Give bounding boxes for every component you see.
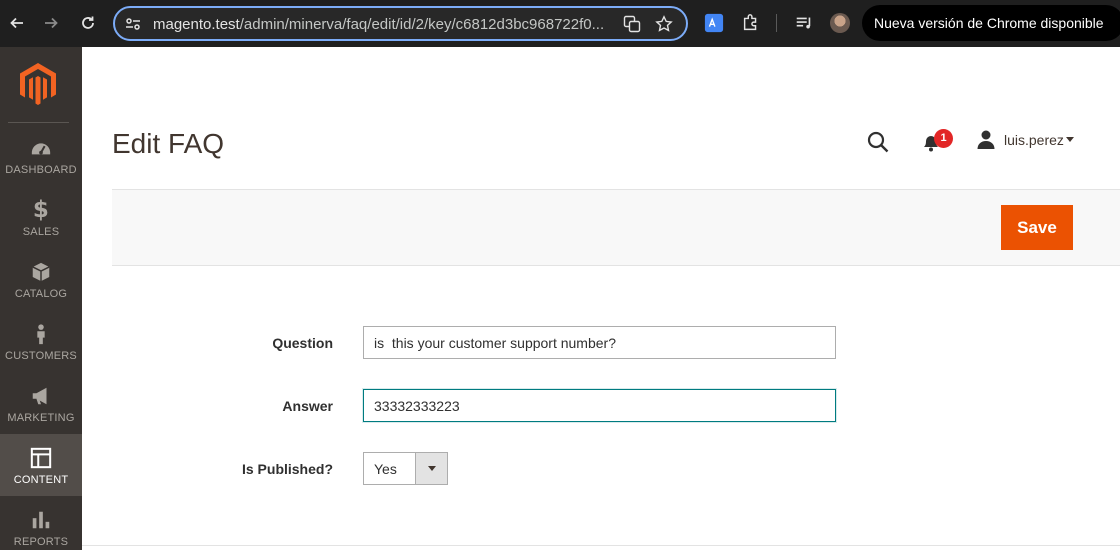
- layout-icon: [29, 446, 53, 470]
- is-published-select[interactable]: Yes: [363, 452, 448, 485]
- dashboard-icon: [29, 136, 53, 160]
- notification-badge[interactable]: 1: [934, 129, 953, 148]
- toolbar-divider: [776, 14, 777, 32]
- playlist-icon: [796, 17, 811, 29]
- bar-chart-icon: [29, 508, 53, 532]
- sidebar-item-label: Dashboard: [5, 164, 77, 176]
- browser-toolbar: magento.test/admin/minerva/faq/edit/id/2…: [0, 0, 1120, 47]
- sidebar-item-marketing[interactable]: Marketing: [0, 372, 82, 434]
- media-controls-button[interactable]: [793, 12, 815, 34]
- bookmark-star-icon[interactable]: [655, 15, 673, 33]
- url-host: magento.test: [153, 16, 240, 33]
- page-title: Edit FAQ: [112, 128, 225, 159]
- sidebar-item-dashboard[interactable]: Dashboard: [0, 124, 82, 186]
- site-settings-icon[interactable]: [124, 15, 142, 33]
- content-bottom-divider: [82, 545, 1120, 546]
- save-button[interactable]: Save: [1001, 205, 1073, 250]
- sidebar-item-label: Reports: [13, 536, 69, 548]
- puzzle-icon: [743, 14, 757, 31]
- page-actions-bar: [112, 189, 1120, 266]
- sidebar-item-customers[interactable]: Customers: [0, 310, 82, 372]
- magento-logo-icon[interactable]: [18, 61, 58, 107]
- user-menu[interactable]: luis.perez: [1004, 132, 1064, 148]
- sidebar-item-catalog[interactable]: Catalog: [0, 248, 82, 310]
- address-bar[interactable]: magento.test/admin/minerva/faq/edit/id/2…: [113, 6, 688, 41]
- dollar-icon: $: [32, 197, 50, 223]
- google-translate-icon: [704, 13, 724, 33]
- user-icon[interactable]: [976, 129, 996, 149]
- url-text: magento.test/admin/minerva/faq/edit/id/2…: [153, 16, 623, 33]
- sidebar-item-reports[interactable]: Reports: [0, 496, 82, 558]
- megaphone-icon: [29, 384, 53, 408]
- sidebar-item-sales[interactable]: $ Sales: [0, 186, 82, 248]
- is-published-label: Is Published?: [241, 461, 333, 477]
- admin-sidebar: Dashboard $ Sales Catalog Customers Mark…: [0, 47, 82, 550]
- sidebar-item-content[interactable]: Content: [0, 434, 82, 496]
- person-icon: [29, 322, 53, 346]
- sidebar-item-label: Marketing: [7, 412, 75, 424]
- box-icon: [29, 260, 53, 284]
- avatar: [830, 13, 850, 33]
- question-field[interactable]: [363, 326, 836, 359]
- arrow-right-icon: [45, 17, 58, 29]
- caret-down-icon[interactable]: [1066, 137, 1074, 142]
- arrow-left-icon: [10, 17, 23, 29]
- reload-icon: [82, 16, 94, 29]
- forward-button[interactable]: [38, 10, 64, 36]
- logo-divider: [8, 122, 69, 123]
- sidebar-item-label: Customers: [5, 350, 77, 362]
- sidebar-item-label: Content: [13, 474, 69, 486]
- question-label: Question: [272, 335, 333, 351]
- answer-field[interactable]: [363, 389, 836, 422]
- chrome-update-button[interactable]: Nueva versión de Chrome disponible: [862, 5, 1120, 41]
- translate-icon[interactable]: [623, 15, 641, 33]
- extensions-button[interactable]: [740, 12, 762, 34]
- is-published-value: Yes: [374, 461, 397, 477]
- answer-label: Answer: [282, 398, 333, 414]
- reload-button[interactable]: [75, 10, 101, 36]
- back-button[interactable]: [4, 10, 30, 36]
- search-icon[interactable]: [866, 130, 890, 154]
- chevron-down-icon[interactable]: [415, 453, 447, 484]
- profile-button[interactable]: [829, 12, 851, 34]
- url-path: /admin/minerva/faq/edit/id/2/key/c6812d3…: [239, 16, 605, 33]
- translate-extension-button[interactable]: [703, 12, 725, 34]
- sidebar-item-label: Catalog: [14, 288, 68, 300]
- sidebar-item-label: Sales: [22, 226, 60, 238]
